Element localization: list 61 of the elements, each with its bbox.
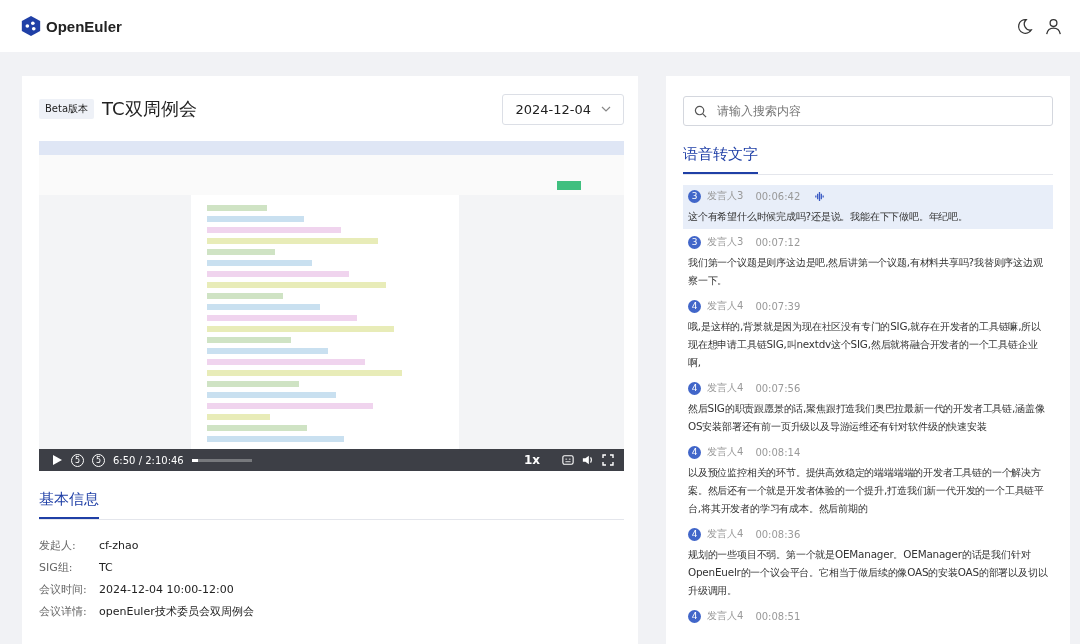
info-label: SIG组:: [39, 559, 74, 575]
search-field[interactable]: 请输入搜索内容: [683, 96, 1053, 126]
speaker-badge: 4: [688, 381, 701, 395]
transcript-entry[interactable]: 4 发言人4 00:08:36 规划的一些项目不弱。第一个就是OEManager。OEManager的话是我们针对OpenEuelr的一个议会平台。它相当于做后续的像OAS的安装OAS的部署以及切以升级调用。: [683, 523, 1053, 603]
transcript-text: 规划的一些项目不弱。第一个就是OEManager。OEManager的话是我们针对OpenEuelr的一个议会平台。它相当于做后续的像OAS的安装OAS的部署以及切以升级调用。: [688, 547, 1048, 598]
timestamp: 00:07:12: [755, 236, 801, 248]
speaker-badge: 3: [688, 189, 701, 203]
timestamp: 00:07:39: [755, 300, 801, 312]
info-label: 会议时间:: [39, 581, 88, 597]
logo-text[interactable]: OpenEuler: [46, 17, 122, 35]
captions-icon[interactable]: [562, 454, 574, 466]
info-value: TC: [99, 560, 113, 574]
transcript-text: 以及预位监控相关的环节。提供高效稳定的端端端端的开发者工具链的一个解决方案。然后还有一个就是开发者体验的一个提升,打造我们新一代开发的一个工具链平台,将其开发者的学习有成本。然后前期的: [688, 465, 1045, 516]
moon-icon[interactable]: [1016, 17, 1033, 35]
transcript-entry[interactable]: 4 发言人4 00:08:51: [683, 605, 1053, 629]
speed-button[interactable]: 1x: [523, 453, 540, 467]
video-time: 6:50 / 2:10:46: [113, 454, 184, 466]
info-value: cf-zhao: [99, 538, 139, 552]
transcript-entry[interactable]: 3 发言人3 00:07:12 我们第一个议题是则序这边是吧,然后讲第一个议题,有材料共享吗?我替则序这边观察一下。: [683, 231, 1053, 293]
speaker-badge: 4: [688, 527, 701, 541]
transcript-entry[interactable]: 3 发言人3 00:06:42 这个有希望什么时候完成吗?还是说。我能在下下做吧。年纪吧。: [683, 185, 1053, 229]
info-value: openEuler技术委员会双周例会: [99, 603, 254, 619]
search-icon: [694, 104, 707, 118]
speaker-name: 发言人3: [707, 235, 744, 249]
beta-badge: Beta版本: [39, 99, 95, 119]
transcript-text: 哦,是这样的,背景就是因为现在社区没有专门的SIG,就存在开发者的工具链嘛,所以现在想申请工具链SIG,叫nextdv这个SIG,然后就将融合开发者的一个工具链企业啊,: [688, 319, 1042, 370]
transcript-tab[interactable]: 语音转文字: [683, 145, 758, 174]
info-label: 会议详情:: [39, 603, 88, 619]
transcript-text: 我们第一个议题是则序这边是吧,然后讲第一个议题,有材料共享吗?我替则序这边观察一下。: [688, 255, 1044, 288]
user-icon[interactable]: [1045, 17, 1062, 35]
fullscreen-icon[interactable]: [602, 454, 614, 466]
progress-track[interactable]: [191, 458, 252, 462]
speaker-name: 发言人4: [707, 299, 744, 313]
play-icon[interactable]: [51, 454, 63, 466]
date-select[interactable]: 2024-12-04: [502, 93, 624, 125]
speaker-name: 发言人4: [707, 609, 744, 623]
volume-icon[interactable]: [582, 454, 594, 466]
transcript-text: 然后SIG的职责跟愿景的话,聚焦跟打造我们奥巴拉最新一代的开发者工具链,涵盖像OS安装部署还有前一页升级以及导游运维还有针对软件级的快速安装: [688, 401, 1046, 434]
timestamp: 00:08:14: [755, 446, 801, 458]
transcript-entry[interactable]: 4 发言人4 00:07:39 哦,是这样的,背景就是因为现在社区没有专门的SIG,就存在开发者的工具链嘛,所以现在想申请工具链SIG,叫nextdv这个SIG,然后就将融合开发者的一个工具链企业啊,: [683, 295, 1053, 375]
timestamp: 00:06:42: [755, 190, 801, 202]
info-tab[interactable]: 基本信息: [39, 490, 99, 519]
speaker-badge: 4: [688, 609, 701, 623]
timestamp: 00:08:51: [755, 610, 801, 622]
logo-icon: [20, 15, 42, 37]
caret-icon: [601, 106, 611, 112]
speaker-name: 发言人4: [707, 445, 744, 459]
speaker-name: 发言人4: [707, 527, 744, 541]
transcript-entry[interactable]: 4 发言人4 00:08:14 以及预位监控相关的环节。提供高效稳定的端端端端的开发者工具链的一个解决方案。然后还有一个就是开发者体验的一个提升,打造我们新一代开发的一个工具链平台,将其开发者的学习有成本。然后前期的: [683, 441, 1053, 521]
meeting-title: TC双周例会: [102, 97, 198, 121]
info-label: 发起人:: [39, 537, 77, 553]
speaker-badge: 3: [688, 235, 701, 249]
timestamp: 00:08:36: [755, 528, 801, 540]
transcript-entry[interactable]: 4 发言人4 00:07:56 然后SIG的职责跟愿景的话,聚焦跟打造我们奥巴拉最新一代的开发者工具链,涵盖像OS安装部署还有前一页升级以及导游运维还有针对软件级的快速安装: [683, 377, 1053, 439]
speaker-name: 发言人4: [707, 381, 744, 395]
transcript-text: 这个有希望什么时候完成吗?还是说。我能在下下做吧。年纪吧。: [688, 209, 969, 224]
info-value: 2024-12-04 10:00-12:00: [99, 582, 234, 596]
timestamp: 00:07:56: [755, 382, 801, 394]
speaker-badge: 4: [688, 445, 701, 459]
speaker-badge: 4: [688, 299, 701, 313]
speaker-name: 发言人3: [707, 189, 744, 203]
